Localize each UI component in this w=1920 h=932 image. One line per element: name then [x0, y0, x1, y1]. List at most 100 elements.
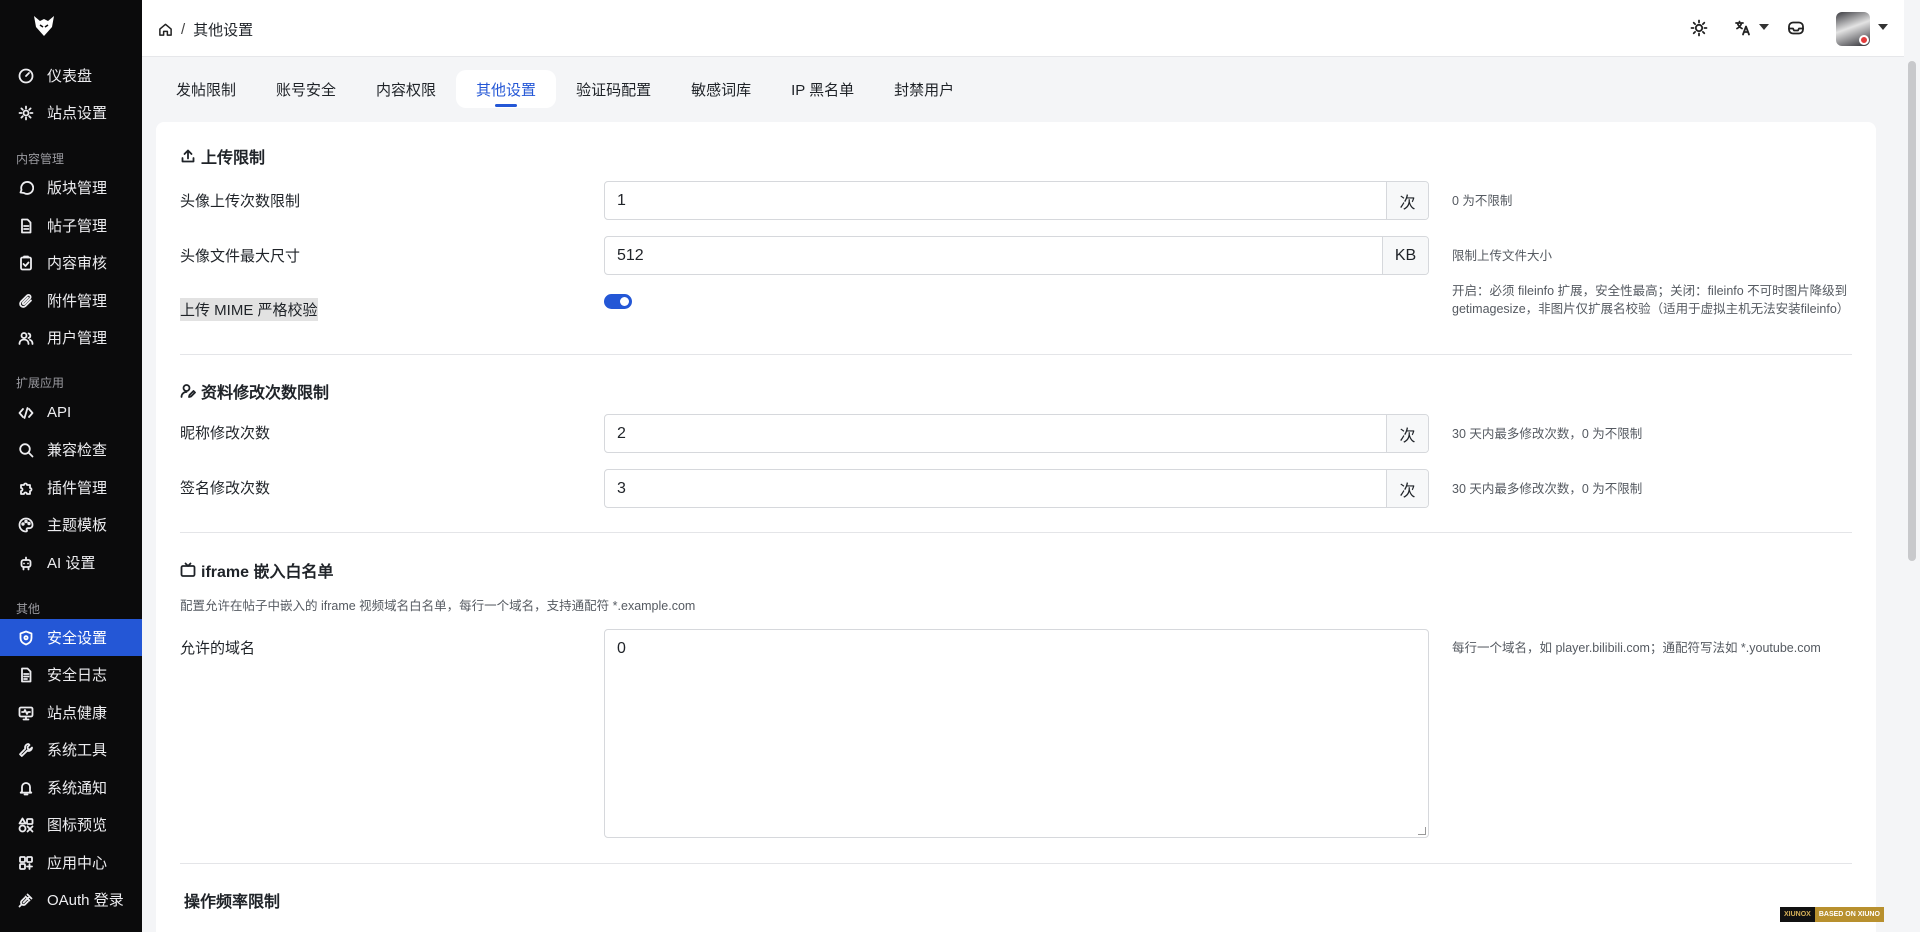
- plug-icon: [18, 892, 34, 908]
- tab-post-limit[interactable]: 发帖限制: [156, 70, 256, 108]
- avatar-upload-count-label: 头像上传次数限制: [180, 193, 301, 210]
- sidebar-item-site-health[interactable]: 站点健康: [0, 694, 142, 731]
- tv-icon: [180, 562, 196, 578]
- section-profile-title: 资料修改次数限制: [180, 379, 329, 403]
- language-dropdown-chevron-icon[interactable]: [1759, 24, 1769, 30]
- user-edit-icon: [180, 383, 196, 399]
- allowed-domains-textarea[interactable]: 0: [604, 629, 1429, 838]
- sidebar-item-label: 仪表盘: [47, 68, 93, 85]
- nickname-change-field[interactable]: 2 次: [604, 414, 1429, 453]
- sidebar-item-label: 兼容检查: [47, 442, 108, 459]
- language-icon[interactable]: [1732, 17, 1754, 39]
- allowed-domains-help: 每行一个域名，如 player.bilibili.com；通配符写法如 *.yo…: [1452, 641, 1821, 655]
- sidebar-item-label: 系统通知: [47, 780, 108, 797]
- avatar-upload-count-field[interactable]: 1 次: [604, 181, 1429, 220]
- bell-icon: [18, 780, 34, 796]
- iframe-description: 配置允许在帖子中嵌入的 iframe 视频域名白名单，每行一个域名，支持通配符 …: [180, 599, 696, 613]
- sidebar-item-system-tools[interactable]: 系统工具: [0, 731, 142, 768]
- sidebar-item-label: 插件管理: [47, 480, 108, 497]
- avatar-max-size-unit: KB: [1382, 237, 1428, 274]
- sidebar-item-posts[interactable]: 帖子管理: [0, 207, 142, 244]
- allowed-domains-label: 允许的域名: [180, 640, 256, 657]
- tab-content-permission[interactable]: 内容权限: [356, 70, 456, 108]
- shield-icon: [18, 630, 34, 646]
- sidebar-item-label: 版块管理: [47, 180, 108, 197]
- avatar-max-size-field[interactable]: 512 KB: [604, 236, 1429, 275]
- nickname-change-input[interactable]: 2: [605, 415, 1386, 452]
- tab-other-settings[interactable]: 其他设置: [456, 70, 557, 108]
- sidebar-item-label: 用户管理: [47, 330, 108, 347]
- breadcrumb-current: 其他设置: [193, 22, 254, 39]
- sidebar-item-moderation[interactable]: 内容审核: [0, 244, 142, 281]
- tab-captcha[interactable]: 验证码配置: [556, 70, 671, 108]
- sidebar-item-api[interactable]: API: [0, 394, 142, 431]
- sidebar-group-content: 内容管理: [16, 152, 65, 166]
- section-rate-title: 操作频率限制: [184, 894, 281, 911]
- scrollbar-thumb[interactable]: [1908, 61, 1916, 561]
- puzzle-icon: [18, 480, 34, 496]
- powered-by-badge[interactable]: XIUNOX BASED ON XIUNO: [1780, 907, 1884, 922]
- resize-handle[interactable]: [1418, 827, 1426, 835]
- inbox-icon[interactable]: [1785, 17, 1807, 39]
- sidebar-group-other: 其他: [16, 602, 41, 616]
- page-scrollbar[interactable]: [1904, 57, 1920, 932]
- sidebar-item-label: 安全设置: [47, 630, 108, 647]
- sidebar-item-dashboard[interactable]: 仪表盘: [0, 57, 142, 94]
- sidebar-item-plugins[interactable]: 插件管理: [0, 469, 142, 506]
- signature-change-help: 30 天内最多修改次数，0 为不限制: [1452, 482, 1643, 496]
- avatar[interactable]: [1836, 12, 1870, 46]
- mime-strict-toggle[interactable]: [604, 294, 632, 309]
- tab-banned-users[interactable]: 封禁用户: [874, 70, 974, 108]
- sidebar-item-label: OAuth 登录: [47, 892, 124, 909]
- sidebar: 仪表盘 站点设置 内容管理 版块管理 帖子管理 内容审核 附件管理 用户管理 扩…: [0, 0, 142, 932]
- shapes-icon: [18, 817, 34, 833]
- users-icon: [18, 330, 34, 346]
- sidebar-item-security-log[interactable]: 安全日志: [0, 656, 142, 693]
- sidebar-item-attachments[interactable]: 附件管理: [0, 282, 142, 319]
- tab-account-security[interactable]: 账号安全: [256, 70, 356, 108]
- palette-icon: [18, 517, 34, 533]
- document-icon: [18, 218, 34, 234]
- sidebar-item-label: 附件管理: [47, 293, 108, 310]
- sidebar-item-forums[interactable]: 版块管理: [0, 169, 142, 206]
- home-icon[interactable]: [158, 22, 173, 37]
- upload-icon: [180, 148, 196, 164]
- signature-change-input[interactable]: 3: [605, 470, 1386, 507]
- section-iframe-title: iframe 嵌入白名单: [180, 558, 333, 582]
- avatar-upload-count-input[interactable]: 1: [605, 182, 1386, 219]
- sidebar-item-label: 图标预览: [47, 817, 108, 834]
- sidebar-item-label: AI 设置: [47, 555, 96, 572]
- settings-card: 上传限制 头像上传次数限制 1 次 0 为不限制 头像文件最大尺寸 512 KB…: [156, 122, 1876, 932]
- sidebar-item-oauth[interactable]: OAuth 登录: [0, 881, 142, 918]
- divider: [180, 532, 1852, 533]
- sidebar-item-app-center[interactable]: 应用中心: [0, 844, 142, 881]
- avatar-max-size-input[interactable]: 512: [605, 237, 1382, 274]
- tab-ip-blacklist[interactable]: IP 黑名单: [771, 70, 874, 108]
- sidebar-item-themes[interactable]: 主题模板: [0, 506, 142, 543]
- avatar-max-size-label: 头像文件最大尺寸: [180, 248, 301, 265]
- sidebar-item-label: API: [47, 404, 72, 421]
- paperclip-icon: [18, 293, 34, 309]
- sidebar-item-label: 帖子管理: [47, 218, 108, 235]
- allowed-domains-value: 0: [617, 640, 626, 657]
- search-icon: [18, 442, 34, 458]
- breadcrumb-separator: /: [181, 21, 186, 38]
- logo-icon[interactable]: [31, 13, 57, 39]
- sidebar-item-label: 内容审核: [47, 255, 108, 272]
- tab-sensitive-words[interactable]: 敏感词库: [671, 70, 771, 108]
- sidebar-item-label: 安全日志: [47, 667, 108, 684]
- sidebar-item-security[interactable]: 安全设置: [0, 619, 142, 656]
- sidebar-item-compat-check[interactable]: 兼容检查: [0, 431, 142, 468]
- avatar-upload-count-help: 0 为不限制: [1452, 194, 1513, 208]
- chat-bubble-icon: [18, 180, 34, 196]
- clipboard-check-icon: [18, 255, 34, 271]
- theme-toggle-sun-icon[interactable]: [1688, 17, 1710, 39]
- sidebar-item-users[interactable]: 用户管理: [0, 319, 142, 356]
- sidebar-item-system-notify[interactable]: 系统通知: [0, 769, 142, 806]
- sidebar-item-site-settings[interactable]: 站点设置: [0, 94, 142, 131]
- sidebar-item-ai-settings[interactable]: AI 设置: [0, 544, 142, 581]
- signature-change-field[interactable]: 3 次: [604, 469, 1429, 508]
- user-menu-chevron-icon[interactable]: [1878, 24, 1888, 30]
- dashboard-icon: [18, 68, 34, 84]
- sidebar-item-icon-preview[interactable]: 图标预览: [0, 806, 142, 843]
